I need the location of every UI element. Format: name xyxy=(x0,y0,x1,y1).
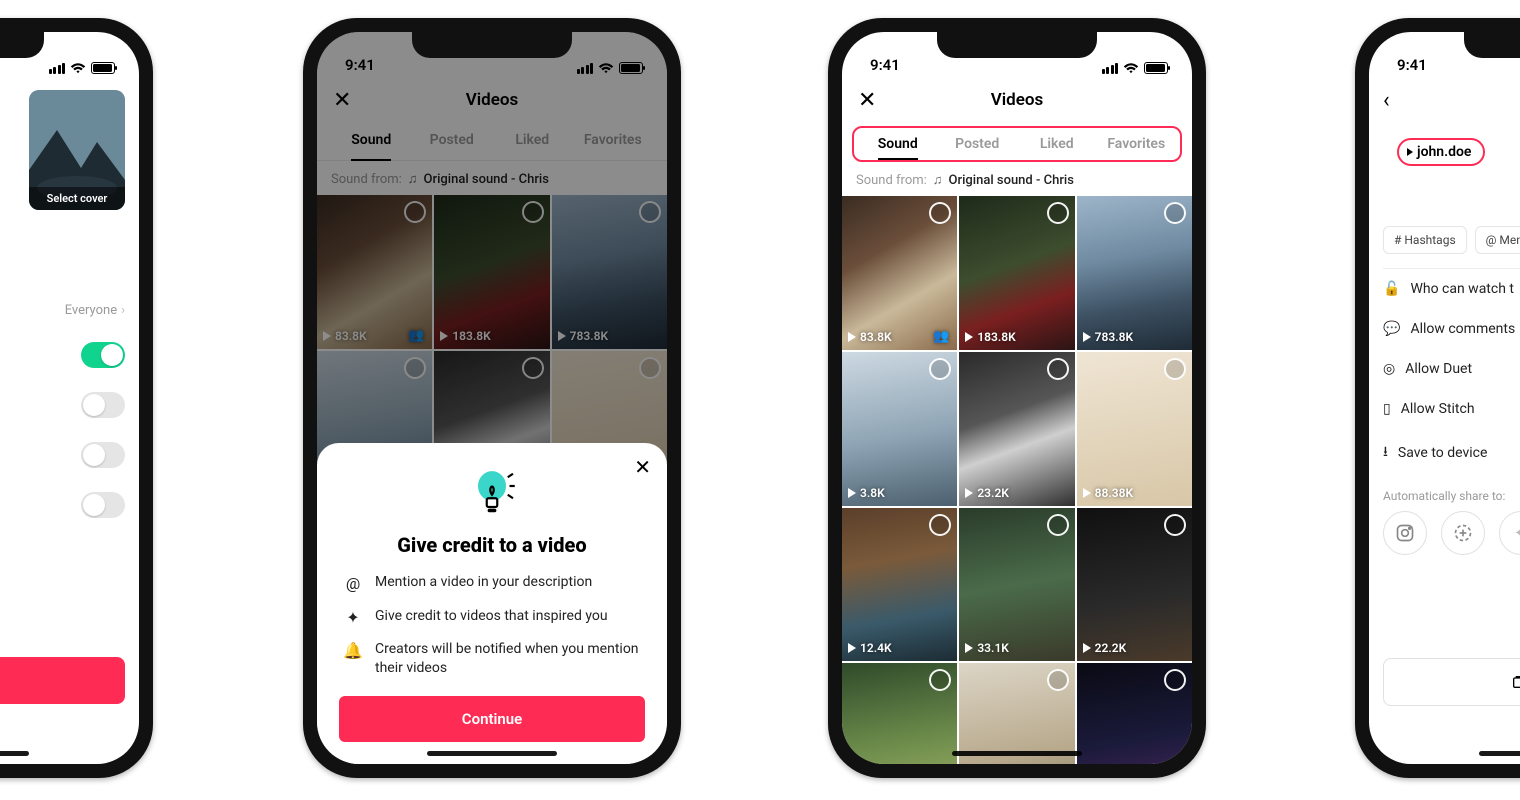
chip-mentions[interactable]: @ Ment xyxy=(1475,226,1520,254)
video-thumb[interactable]: 88.38K xyxy=(1077,352,1192,506)
select-circle[interactable] xyxy=(1047,669,1069,691)
share-label: Automatically share to: xyxy=(1383,477,1520,511)
home-indicator xyxy=(952,751,1082,756)
select-circle[interactable] xyxy=(929,514,951,536)
sheet-close-button[interactable]: ✕ xyxy=(634,455,651,479)
drafts-button[interactable]: Drafts xyxy=(1383,658,1520,706)
video-thumb[interactable]: 12.4K xyxy=(842,508,957,662)
setting-comments[interactable]: 💬Allow comments xyxy=(1383,321,1515,337)
select-circle[interactable] xyxy=(1164,514,1186,536)
video-thumb[interactable]: 23.2K xyxy=(959,352,1074,506)
battery-icon xyxy=(91,62,115,74)
select-circle[interactable] xyxy=(1164,358,1186,380)
privacy-value[interactable]: Everyone› xyxy=(65,303,125,318)
toggle-1[interactable] xyxy=(81,342,125,368)
video-thumb[interactable] xyxy=(1077,663,1192,764)
video-thumb[interactable] xyxy=(842,663,957,764)
comment-icon: 💬 xyxy=(1383,321,1400,337)
play-count: 783.8K xyxy=(1083,330,1133,344)
tabs: Sound Posted Liked Favorites xyxy=(854,128,1180,160)
notch xyxy=(1464,32,1520,58)
video-thumb[interactable]: 183.8K xyxy=(959,196,1074,350)
close-button[interactable]: ✕ xyxy=(858,88,876,113)
setting-save[interactable]: ⭳Save to device xyxy=(1383,441,1487,465)
select-circle[interactable] xyxy=(929,358,951,380)
signal-icon xyxy=(49,63,66,74)
duet-icon: ◎ xyxy=(1383,361,1395,377)
toggle-3[interactable] xyxy=(81,442,125,468)
play-count: 183.8K xyxy=(965,330,1015,344)
credit-sheet: ✕ Give credit to a video @Mention a vide… xyxy=(317,443,667,764)
play-count: 3.8K xyxy=(848,486,885,500)
music-icon: ♫ xyxy=(933,172,943,188)
wifi-icon xyxy=(1123,62,1139,74)
home-indicator xyxy=(1479,751,1520,756)
post-button[interactable]: Post xyxy=(0,657,125,704)
play-count: 12.4K xyxy=(848,641,892,655)
lock-icon: 🔓 xyxy=(1383,281,1400,297)
select-circle[interactable] xyxy=(1164,202,1186,224)
cover-label: Select cover xyxy=(29,187,125,210)
home-indicator xyxy=(427,751,557,756)
select-circle[interactable] xyxy=(1047,514,1069,536)
setting-privacy[interactable]: 🔓Who can watch t xyxy=(1383,281,1514,297)
continue-button[interactable]: Continue xyxy=(339,696,645,742)
video-thumb[interactable]: 22.2K xyxy=(1077,508,1192,662)
signal-icon xyxy=(1102,63,1119,74)
setting-stitch[interactable]: ▯Allow Stitch xyxy=(1383,401,1475,417)
phone-1-post-screen: s, or ou Select cover eos o a video Ever… xyxy=(0,18,153,778)
play-count: 88.38K xyxy=(1083,486,1133,500)
status-time: 9:41 xyxy=(870,56,900,74)
share-instagram[interactable] xyxy=(1383,511,1427,555)
setting-duet[interactable]: ◎Allow Duet xyxy=(1383,361,1472,377)
toggle-2[interactable] xyxy=(81,392,125,418)
page-title: Videos xyxy=(991,90,1044,110)
tab-favorites[interactable]: Favorites xyxy=(1097,128,1177,160)
cover-picker[interactable]: Select cover xyxy=(29,90,125,210)
select-circle[interactable] xyxy=(1047,358,1069,380)
select-circle[interactable] xyxy=(1047,202,1069,224)
lightbulb-icon xyxy=(464,465,520,521)
back-button[interactable]: ‹ xyxy=(1383,88,1390,113)
status-time: 9:41 xyxy=(1397,56,1427,74)
play-count: 83.8K xyxy=(848,330,892,344)
tab-sound[interactable]: Sound xyxy=(858,128,938,160)
video-grid: 83.8K 👥 183.8K 783.8K 3.8K 23.2K 88.38K 12.4K 33… xyxy=(842,196,1192,764)
play-icon xyxy=(1407,148,1413,156)
phone-2-credit-sheet: 9:41 ✕ Videos Sound Posted Liked Favorit… xyxy=(303,18,681,778)
play-count: 33.1K xyxy=(965,641,1009,655)
play-count: 22.2K xyxy=(1083,641,1127,655)
share-stories[interactable] xyxy=(1441,511,1485,555)
notch xyxy=(412,32,572,58)
wifi-icon xyxy=(70,62,86,74)
battery-icon xyxy=(1144,62,1168,74)
mention-chip[interactable]: john.doe xyxy=(1397,138,1485,166)
stitch-icon: ▯ xyxy=(1383,401,1391,417)
caption-hint[interactable]: s, or ou xyxy=(0,90,19,210)
share-other[interactable]: ✦ xyxy=(1499,511,1520,555)
play-count: 23.2K xyxy=(965,486,1009,500)
download-icon: ⭳ xyxy=(1383,441,1388,465)
sheet-title: Give credit to a video xyxy=(339,533,645,557)
toggle-4[interactable] xyxy=(81,492,125,518)
people-icon: 👥 xyxy=(933,329,949,344)
inspire-icon: ✦ xyxy=(343,607,363,629)
phone-4-post-settings: 9:41 ‹ john.doe # Hashtags @ Ment 🔓Who c… xyxy=(1355,18,1520,778)
tabs-highlight-annotation: Sound Posted Liked Favorites xyxy=(852,126,1182,162)
tab-posted[interactable]: Posted xyxy=(938,128,1018,160)
tab-liked[interactable]: Liked xyxy=(1017,128,1097,160)
bell-icon: 🔔 xyxy=(343,640,363,662)
video-thumb[interactable]: 3.8K xyxy=(842,352,957,506)
chip-hashtags[interactable]: # Hashtags xyxy=(1383,226,1467,254)
sound-from-row: Sound from: ♫ Original sound - Chris xyxy=(842,162,1192,196)
video-thumb[interactable] xyxy=(959,663,1074,764)
drafts-icon xyxy=(1511,674,1520,690)
phone-3-videos-grid: 9:41 ✕ Videos Sound Posted Liked Favorit… xyxy=(828,18,1206,778)
video-thumb[interactable]: 83.8K 👥 xyxy=(842,196,957,350)
home-indicator xyxy=(0,751,29,756)
video-thumb[interactable]: 783.8K xyxy=(1077,196,1192,350)
video-thumb[interactable]: 33.1K xyxy=(959,508,1074,662)
notch xyxy=(937,32,1097,58)
mention-icon: @ xyxy=(343,573,363,595)
